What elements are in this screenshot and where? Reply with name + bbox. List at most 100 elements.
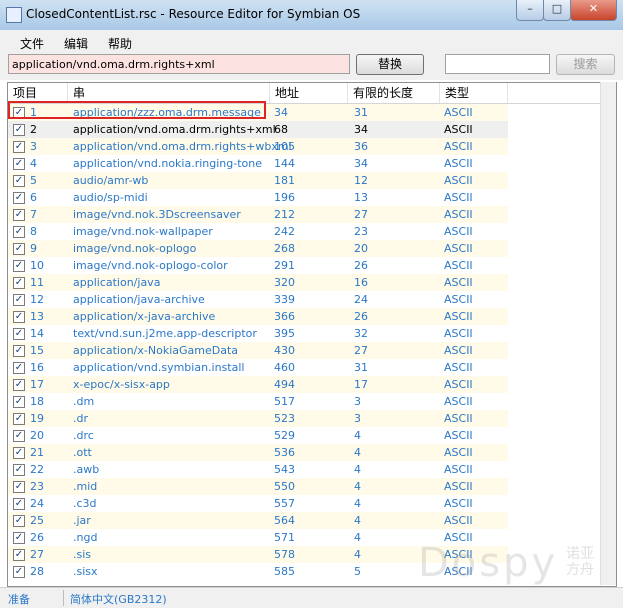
table-row[interactable]: ✓ 21 .ott 536 4 ASCII	[8, 444, 508, 461]
row-item-number: 24	[30, 497, 44, 510]
replace-input[interactable]	[8, 54, 350, 74]
row-checkbox[interactable]: ✓	[13, 345, 25, 357]
row-checkbox[interactable]: ✓	[13, 226, 25, 238]
close-button[interactable]: ✕	[570, 0, 617, 21]
row-checkbox[interactable]: ✓	[13, 566, 25, 578]
row-checkbox[interactable]: ✓	[13, 260, 25, 272]
table-row[interactable]: ✓ 27 .sis 578 4 ASCII	[8, 546, 508, 563]
row-length: 34	[354, 157, 368, 170]
row-checkbox[interactable]: ✓	[13, 243, 25, 255]
vertical-scrollbar[interactable]	[600, 82, 616, 585]
row-string: .awb	[73, 463, 100, 476]
maximize-button[interactable]: □	[543, 0, 571, 21]
row-checkbox[interactable]: ✓	[13, 464, 25, 476]
row-item-number: 14	[30, 327, 44, 340]
row-address: 557	[274, 497, 295, 510]
row-type: ASCII	[444, 123, 473, 136]
table-row[interactable]: ✓ 22 .awb 543 4 ASCII	[8, 461, 508, 478]
table-row[interactable]: ✓ 8 image/vnd.nok-wallpaper 242 23 ASCII	[8, 223, 508, 240]
row-length: 4	[354, 514, 361, 527]
table-row[interactable]: ✓ 26 .ngd 571 4 ASCII	[8, 529, 508, 546]
row-address: 529	[274, 429, 295, 442]
row-address: 144	[274, 157, 295, 170]
string-list[interactable]: 项目 串 地址 有限的长度 类型 ✓ 1 application/zzz.oma.d…	[7, 82, 617, 587]
row-length: 12	[354, 174, 368, 187]
column-header-type[interactable]: 类型	[440, 83, 508, 103]
row-checkbox[interactable]: ✓	[13, 311, 25, 323]
row-string: .sis	[73, 548, 92, 561]
row-checkbox[interactable]: ✓	[13, 481, 25, 493]
row-checkbox[interactable]: ✓	[13, 192, 25, 204]
menu-help[interactable]: 帮助	[108, 35, 132, 52]
row-item-number: 4	[30, 157, 37, 170]
row-checkbox[interactable]: ✓	[13, 447, 25, 459]
column-header-item[interactable]: 项目	[8, 83, 68, 103]
row-checkbox[interactable]: ✓	[13, 124, 25, 136]
title-bar[interactable]: ClosedContentList.rsc - Resource Editor …	[0, 0, 623, 31]
row-item-number: 13	[30, 310, 44, 323]
table-row[interactable]: ✓ 7 image/vnd.nok.3Dscreensaver 212 27 ASCII	[8, 206, 508, 223]
table-row[interactable]: ✓ 14 text/vnd.sun.j2me.app-descriptor 395 32…	[8, 325, 508, 342]
replace-button[interactable]: 替换	[356, 54, 424, 75]
row-length: 3	[354, 412, 361, 425]
row-length: 34	[354, 123, 368, 136]
row-checkbox[interactable]: ✓	[13, 430, 25, 442]
table-row[interactable]: ✓ 13 application/x-java-archive 366 26 ASCII	[8, 308, 508, 325]
row-checkbox[interactable]: ✓	[13, 532, 25, 544]
table-row[interactable]: ✓ 16 application/vnd.symbian.install 460 31 A…	[8, 359, 508, 376]
column-header-length[interactable]: 有限的长度	[348, 83, 440, 103]
row-item-number: 27	[30, 548, 44, 561]
row-checkbox[interactable]: ✓	[13, 107, 25, 119]
table-row[interactable]: ✓ 4 application/vnd.nokia.ringing-tone 144 3…	[8, 155, 508, 172]
table-row[interactable]: ✓ 3 application/vnd.oma.drm.rights+wbxml 10…	[8, 138, 508, 155]
table-row[interactable]: ✓ 11 application/java 320 16 ASCII	[8, 274, 508, 291]
table-row[interactable]: ✓ 18 .dm 517 3 ASCII	[8, 393, 508, 410]
row-item-number: 23	[30, 480, 44, 493]
column-header-string[interactable]: 串	[68, 83, 270, 103]
row-checkbox[interactable]: ✓	[13, 294, 25, 306]
table-row[interactable]: ✓ 17 x-epoc/x-sisx-app 494 17 ASCII	[8, 376, 508, 393]
table-row[interactable]: ✓ 5 audio/amr-wb 181 12 ASCII	[8, 172, 508, 189]
row-checkbox[interactable]: ✓	[13, 362, 25, 374]
row-type: ASCII	[444, 548, 473, 561]
row-checkbox[interactable]: ✓	[13, 158, 25, 170]
row-checkbox[interactable]: ✓	[13, 379, 25, 391]
table-row[interactable]: ✓ 10 image/vnd.nok-oplogo-color 291 26 ASCII	[8, 257, 508, 274]
table-row[interactable]: ✓ 23 .mid 550 4 ASCII	[8, 478, 508, 495]
table-row[interactable]: ✓ 6 audio/sp-midi 196 13 ASCII	[8, 189, 508, 206]
table-row[interactable]: ✓ 9 image/vnd.nok-oplogo 268 20 ASCII	[8, 240, 508, 257]
table-row[interactable]: ✓ 12 application/java-archive 339 24 ASCII	[8, 291, 508, 308]
row-string: application/java	[73, 276, 161, 289]
column-header-address[interactable]: 地址	[270, 83, 348, 103]
row-type: ASCII	[444, 395, 473, 408]
row-checkbox[interactable]: ✓	[13, 396, 25, 408]
table-row[interactable]: ✓ 1 application/zzz.oma.drm.message 34 31 ASC…	[8, 104, 508, 121]
table-row[interactable]: ✓ 2 application/vnd.oma.drm.rights+xml 68 34…	[8, 121, 508, 138]
row-checkbox[interactable]: ✓	[13, 175, 25, 187]
row-type: ASCII	[444, 293, 473, 306]
row-string: x-epoc/x-sisx-app	[73, 378, 170, 391]
row-checkbox[interactable]: ✓	[13, 209, 25, 221]
menu-file[interactable]: 文件	[20, 35, 44, 52]
table-row[interactable]: ✓ 19 .dr 523 3 ASCII	[8, 410, 508, 427]
row-checkbox[interactable]: ✓	[13, 277, 25, 289]
search-button[interactable]: 搜索	[556, 54, 615, 75]
row-checkbox[interactable]: ✓	[13, 141, 25, 153]
row-type: ASCII	[444, 378, 473, 391]
row-checkbox[interactable]: ✓	[13, 498, 25, 510]
table-row[interactable]: ✓ 15 application/x-NokiaGameData 430 27 ASCII	[8, 342, 508, 359]
row-item-number: 5	[30, 174, 37, 187]
row-checkbox[interactable]: ✓	[13, 549, 25, 561]
row-address: 550	[274, 480, 295, 493]
row-checkbox[interactable]: ✓	[13, 328, 25, 340]
status-encoding: 简体中文(GB2312)	[70, 593, 167, 606]
search-input[interactable]	[445, 54, 550, 74]
table-row[interactable]: ✓ 28 .sisx 585 5 ASCII	[8, 563, 508, 580]
table-row[interactable]: ✓ 20 .drc 529 4 ASCII	[8, 427, 508, 444]
row-checkbox[interactable]: ✓	[13, 413, 25, 425]
row-checkbox[interactable]: ✓	[13, 515, 25, 527]
table-row[interactable]: ✓ 24 .c3d 557 4 ASCII	[8, 495, 508, 512]
table-row[interactable]: ✓ 25 .jar 564 4 ASCII	[8, 512, 508, 529]
menu-edit[interactable]: 编辑	[64, 35, 88, 52]
minimize-button[interactable]: –	[516, 0, 544, 21]
